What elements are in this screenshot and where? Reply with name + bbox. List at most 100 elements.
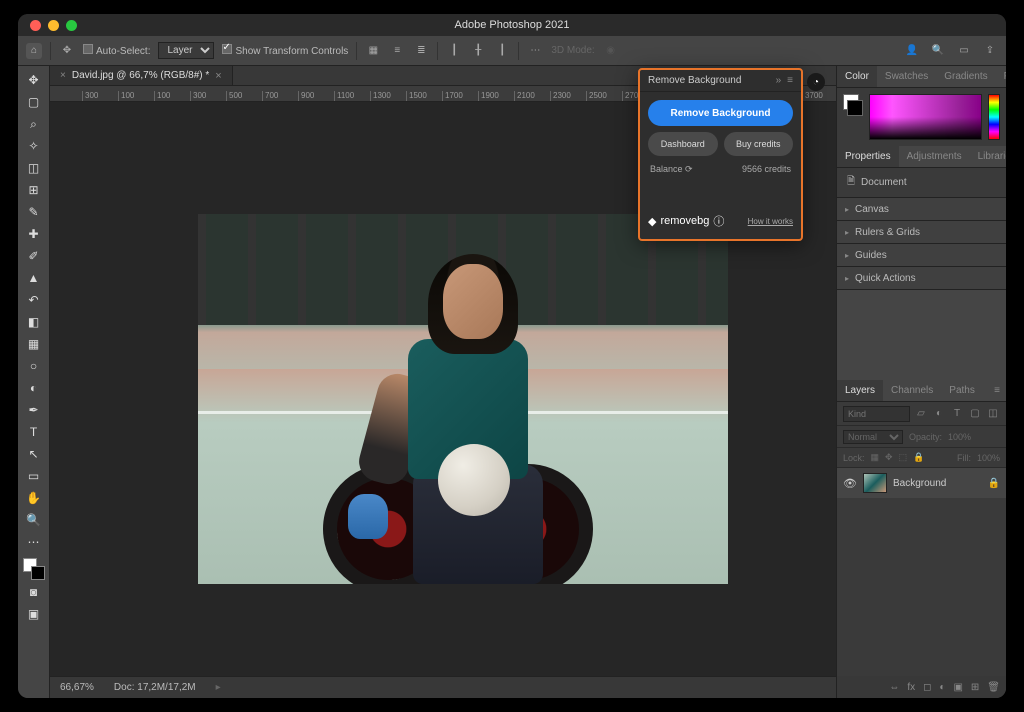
- fg-bg-swatch[interactable]: [843, 94, 863, 124]
- minimize-window[interactable]: [48, 20, 59, 31]
- eyedropper-tool[interactable]: ✎: [22, 202, 46, 222]
- color-spectrum[interactable]: [869, 94, 982, 140]
- document-tab[interactable]: × David.jpg @ 66,7% (RGB/8#) * ×: [50, 66, 233, 85]
- how-it-works-link[interactable]: How it works: [748, 217, 793, 226]
- tab-patterns[interactable]: Patterns: [996, 66, 1006, 87]
- blend-mode-dropdown[interactable]: Normal: [843, 430, 903, 444]
- lock-all-icon[interactable]: ▦: [871, 452, 880, 463]
- more-icon[interactable]: ⋯: [527, 43, 543, 59]
- auto-select-checkbox[interactable]: [83, 44, 93, 54]
- doc-size[interactable]: Doc: 17,2M/17,2M: [114, 682, 196, 693]
- remove-background-button[interactable]: Remove Background: [648, 100, 793, 126]
- filter-type-icon[interactable]: T: [950, 407, 964, 421]
- new-layer-icon[interactable]: ⊞: [971, 682, 979, 693]
- tab-color[interactable]: Color: [837, 66, 877, 87]
- zoom-tool[interactable]: 🔍: [22, 510, 46, 530]
- dodge-tool[interactable]: ◐: [22, 378, 46, 398]
- move-tool-icon[interactable]: ✥: [59, 43, 75, 59]
- visibility-icon[interactable]: 👁: [843, 477, 857, 490]
- path-tool[interactable]: ↖: [22, 444, 46, 464]
- frame-tool[interactable]: ⊞: [22, 180, 46, 200]
- wand-tool[interactable]: ✧: [22, 136, 46, 156]
- align-icon[interactable]: ▦: [365, 43, 381, 59]
- type-tool[interactable]: T: [22, 422, 46, 442]
- show-transform-checkbox[interactable]: [222, 44, 232, 54]
- color-swatch[interactable]: [23, 558, 45, 580]
- zoom-level[interactable]: 66,67%: [60, 682, 94, 693]
- move-tool[interactable]: ✥: [22, 70, 46, 90]
- tab-gradients[interactable]: Gradients: [936, 66, 995, 87]
- lock-position-icon[interactable]: ✥: [885, 452, 893, 463]
- lock-icon[interactable]: 🔒: [913, 452, 924, 463]
- tab-swatches[interactable]: Swatches: [877, 66, 936, 87]
- filter-pixel-icon[interactable]: ▱: [914, 407, 928, 421]
- edit-toolbar[interactable]: ⋯: [22, 532, 46, 552]
- workspace-icon[interactable]: ▭: [956, 43, 972, 59]
- distribute-icon[interactable]: ┃: [494, 43, 510, 59]
- tab-channels[interactable]: Channels: [883, 380, 941, 401]
- align-icon[interactable]: ≡: [389, 43, 405, 59]
- layer-style-icon[interactable]: fx: [907, 682, 915, 693]
- app-title: Adobe Photoshop 2021: [18, 19, 1006, 31]
- zoom-window[interactable]: [66, 20, 77, 31]
- link-layers-icon[interactable]: ⇔: [889, 682, 899, 693]
- color-panel[interactable]: [837, 88, 1006, 146]
- home-icon[interactable]: ⌂: [26, 43, 42, 59]
- distribute-icon[interactable]: ╂: [470, 43, 486, 59]
- cloud-docs-icon[interactable]: 👤: [904, 43, 920, 59]
- auto-select-dropdown[interactable]: Layer: [158, 42, 214, 59]
- layer-name[interactable]: Background: [893, 478, 946, 489]
- delete-layer-icon[interactable]: 🗑: [987, 682, 1000, 693]
- history-brush-tool[interactable]: ↶: [22, 290, 46, 310]
- filter-smart-icon[interactable]: ◫: [986, 407, 1000, 421]
- search-icon[interactable]: 🔍: [930, 43, 946, 59]
- info-icon[interactable]: ⓘ: [713, 213, 724, 229]
- share-icon[interactable]: ⇪: [982, 43, 998, 59]
- plugin-dock-icon[interactable]: ◔: [807, 73, 825, 91]
- brush-tool[interactable]: ✐: [22, 246, 46, 266]
- lock-pixels-icon[interactable]: ⬚: [899, 452, 908, 463]
- group-icon[interactable]: ▣: [953, 682, 962, 693]
- filter-shape-icon[interactable]: ▢: [968, 407, 982, 421]
- marquee-tool[interactable]: ▢: [22, 92, 46, 112]
- layer-thumbnail[interactable]: [863, 473, 887, 493]
- refresh-icon[interactable]: ⟳: [685, 164, 693, 174]
- close-window[interactable]: [30, 20, 41, 31]
- distribute-icon[interactable]: ┃: [446, 43, 462, 59]
- shape-tool[interactable]: ▭: [22, 466, 46, 486]
- panel-section[interactable]: ▸Quick Actions: [837, 267, 1006, 289]
- stamp-tool[interactable]: ▲: [22, 268, 46, 288]
- hue-slider[interactable]: [988, 94, 1000, 140]
- panel-menu-icon[interactable]: ≡: [787, 75, 793, 86]
- pen-tool[interactable]: ✒: [22, 400, 46, 420]
- panel-section[interactable]: ▸Canvas: [837, 198, 1006, 220]
- hand-tool[interactable]: ✋: [22, 488, 46, 508]
- layer-row[interactable]: 👁 Background 🔒: [837, 468, 1006, 498]
- buy-credits-button[interactable]: Buy credits: [724, 132, 794, 156]
- healing-tool[interactable]: ✚: [22, 224, 46, 244]
- screenmode-tool[interactable]: ▣: [22, 604, 46, 624]
- panel-section[interactable]: ▸Rulers & Grids: [837, 221, 1006, 243]
- collapse-icon[interactable]: »: [776, 75, 782, 86]
- tab-layers[interactable]: Layers: [837, 380, 883, 401]
- dashboard-button[interactable]: Dashboard: [648, 132, 718, 156]
- layer-filter-input[interactable]: [843, 406, 910, 422]
- tab-properties[interactable]: Properties: [837, 146, 899, 167]
- blur-tool[interactable]: ○: [22, 356, 46, 376]
- panel-menu-icon[interactable]: ≡: [988, 385, 1006, 396]
- crop-tool[interactable]: ◫: [22, 158, 46, 178]
- layer-mask-icon[interactable]: ◻: [923, 682, 931, 693]
- quickmask-tool[interactable]: ◙: [22, 582, 46, 602]
- lasso-tool[interactable]: ⌕: [22, 114, 46, 134]
- filter-adjust-icon[interactable]: ◐: [932, 407, 946, 421]
- eraser-tool[interactable]: ◧: [22, 312, 46, 332]
- lock-icon[interactable]: 🔒: [988, 478, 1000, 489]
- panel-section[interactable]: ▸Guides: [837, 244, 1006, 266]
- tab-adjustments[interactable]: Adjustments: [899, 146, 970, 167]
- tab-libraries[interactable]: Libraries: [970, 146, 1006, 167]
- tab-paths[interactable]: Paths: [941, 380, 983, 401]
- adjustment-icon[interactable]: ◐: [939, 682, 945, 693]
- close-tab-icon[interactable]: ×: [215, 70, 221, 82]
- align-icon[interactable]: ≣: [413, 43, 429, 59]
- gradient-tool[interactable]: ▦: [22, 334, 46, 354]
